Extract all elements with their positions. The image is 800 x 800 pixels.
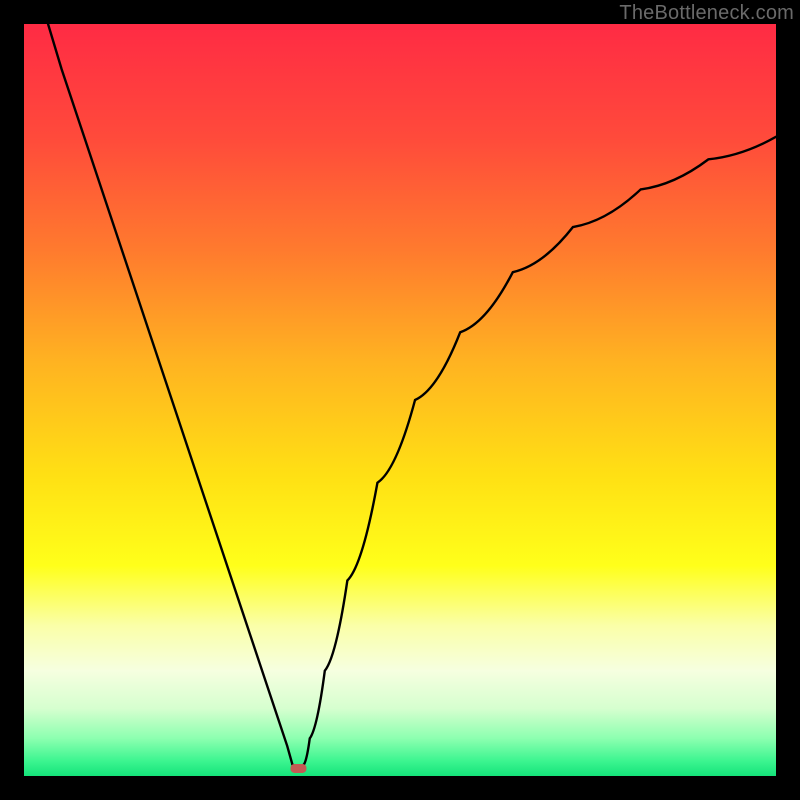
watermark-text: TheBottleneck.com bbox=[619, 2, 794, 25]
minimum-marker bbox=[290, 764, 306, 773]
gradient-background bbox=[24, 24, 776, 776]
bottleneck-chart bbox=[24, 24, 776, 776]
chart-frame bbox=[24, 24, 776, 776]
